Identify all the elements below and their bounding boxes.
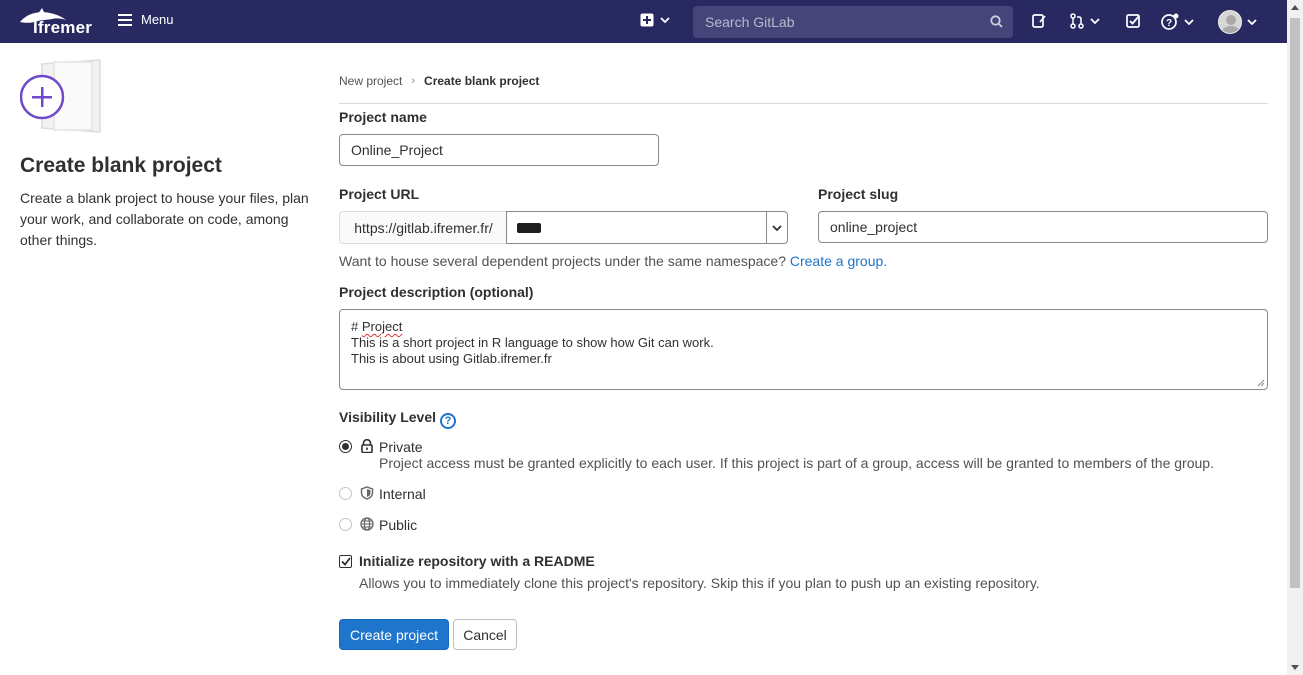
- project-url-prefix: https://gitlab.ifremer.fr/: [339, 211, 507, 244]
- ifremer-logo[interactable]: Ifremer: [18, 6, 98, 38]
- scroll-thumb[interactable]: [1290, 18, 1300, 588]
- avatar: [1218, 10, 1242, 34]
- chevron-down-icon: [660, 17, 670, 23]
- spellcheck-word: Project: [361, 319, 403, 334]
- readme-label[interactable]: Initialize repository with a README: [359, 553, 595, 569]
- search-input[interactable]: [703, 13, 973, 31]
- todos-button[interactable]: [1125, 13, 1141, 29]
- blank-project-illustration: [20, 59, 101, 133]
- breadcrumb-separator-icon: ›: [411, 75, 416, 87]
- readme-help: Allows you to immediately clone this pro…: [359, 575, 1040, 591]
- todo-check-icon: [1126, 14, 1140, 28]
- create-group-link[interactable]: Create a group.: [790, 253, 887, 269]
- namespace-dropdown-arrow[interactable]: [766, 212, 787, 243]
- merge-request-icon: [1070, 13, 1084, 29]
- visibility-private-label: Private: [379, 439, 423, 455]
- breadcrumb: New project › Create blank project: [339, 74, 539, 88]
- scroll-up-arrow-icon[interactable]: [1291, 5, 1299, 10]
- visibility-internal-label: Internal: [379, 486, 426, 502]
- project-description-label: Project description (optional): [339, 284, 534, 300]
- menu-button[interactable]: Menu: [118, 12, 174, 27]
- page-title: Create blank project: [20, 154, 222, 177]
- user-menu-button[interactable]: [1218, 10, 1257, 34]
- visibility-help-icon[interactable]: ?: [440, 413, 457, 429]
- description-line-1: # Project: [351, 319, 403, 334]
- visibility-private-description: Project access must be granted explicitl…: [379, 455, 1214, 471]
- menu-label: Menu: [141, 12, 174, 27]
- chevron-down-icon: [1247, 19, 1257, 25]
- namespace-select[interactable]: [506, 211, 788, 244]
- create-project-button[interactable]: Create project: [339, 619, 449, 650]
- description-line-2: This is a short project in R language to…: [351, 335, 714, 350]
- lock-icon: [361, 439, 373, 453]
- project-name-input[interactable]: [339, 134, 659, 166]
- help-menu-button[interactable]: ?: [1161, 13, 1194, 31]
- page-scrollbar[interactable]: [1287, 0, 1303, 675]
- project-slug-label: Project slug: [818, 186, 899, 202]
- scroll-down-arrow-icon[interactable]: [1291, 665, 1299, 670]
- divider: [339, 103, 1268, 104]
- top-navbar: Ifremer Menu Search GitLab ?: [0, 0, 1287, 43]
- visibility-level-text: Visibility Level: [339, 409, 437, 425]
- project-slug-input[interactable]: [818, 211, 1268, 243]
- visibility-level-label: Visibility Level?: [339, 409, 457, 429]
- globe-icon: [360, 517, 374, 531]
- breadcrumb-new-project[interactable]: New project: [339, 74, 402, 88]
- brand-name: Ifremer: [33, 18, 93, 37]
- check-icon: [340, 557, 351, 566]
- issues-icon: [1032, 14, 1046, 28]
- visibility-public-label: Public: [379, 517, 418, 533]
- plus-square-icon: [640, 13, 654, 27]
- search-icon: [990, 15, 1003, 28]
- namespace-value: [517, 222, 541, 233]
- resize-grip-icon[interactable]: [1257, 379, 1265, 387]
- new-dropdown-button[interactable]: [640, 13, 670, 27]
- visibility-radio-private[interactable]: [339, 440, 352, 453]
- page-description: Create a blank project to house your fil…: [20, 190, 309, 248]
- namespace-help-text: Want to house several dependent projects…: [339, 253, 786, 269]
- visibility-radio-internal[interactable]: [339, 487, 352, 500]
- shield-icon: [360, 486, 374, 500]
- project-name-label: Project name: [339, 109, 427, 125]
- visibility-radio-public[interactable]: [339, 518, 352, 531]
- readme-checkbox[interactable]: [339, 555, 352, 568]
- help-icon: ?: [1161, 13, 1179, 30]
- chevron-down-icon: [1090, 18, 1100, 24]
- chevron-down-icon: [1184, 19, 1194, 25]
- search-box[interactable]: [693, 6, 1013, 38]
- project-description-textarea[interactable]: # Project This is a short project in R l…: [339, 309, 1268, 390]
- chevron-down-icon: [772, 224, 782, 231]
- namespace-help: Want to house several dependent projects…: [339, 253, 887, 269]
- merge-requests-button[interactable]: [1069, 13, 1100, 29]
- project-url-label: Project URL: [339, 186, 420, 202]
- cancel-button[interactable]: Cancel: [453, 619, 517, 650]
- hamburger-icon: [118, 13, 132, 26]
- breadcrumb-create-blank-project[interactable]: Create blank project: [424, 74, 539, 88]
- svg-text:?: ?: [1166, 18, 1172, 29]
- issues-icon-button[interactable]: [1031, 13, 1047, 29]
- description-line-3: This is about using Gitlab.ifremer.fr: [351, 351, 552, 366]
